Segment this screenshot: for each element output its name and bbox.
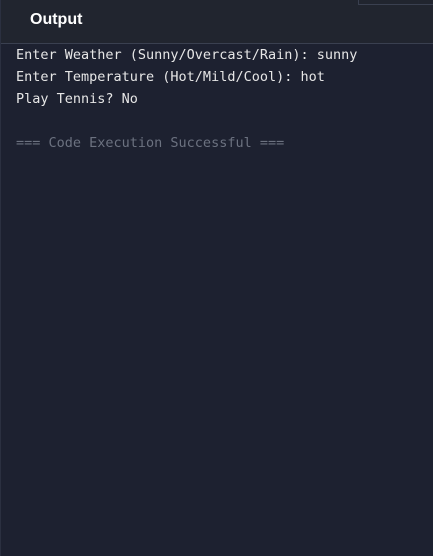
- output-title: Output: [30, 11, 83, 28]
- header-corner-tab: [358, 0, 433, 5]
- console-line-result: Play Tennis? No: [16, 91, 138, 107]
- output-header: Output: [1, 0, 433, 44]
- console-output[interactable]: Enter Weather (Sunny/Overcast/Rain): sun…: [16, 44, 427, 556]
- console-line-status: === Code Execution Successful ===: [16, 135, 285, 151]
- output-panel: Output Enter Weather (Sunny/Overcast/Rai…: [0, 0, 433, 556]
- console-line-weather-prompt: Enter Weather (Sunny/Overcast/Rain): sun…: [16, 47, 358, 63]
- console-line-temperature-prompt: Enter Temperature (Hot/Mild/Cool): hot: [16, 69, 325, 85]
